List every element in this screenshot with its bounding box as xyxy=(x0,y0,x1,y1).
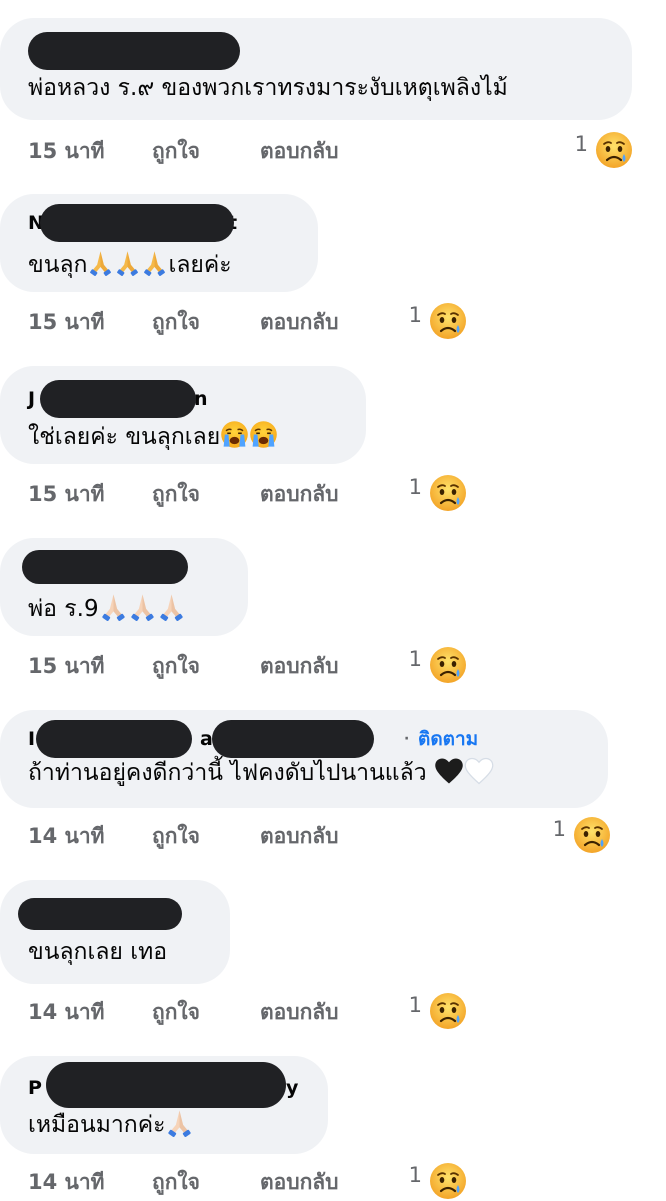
author-name-start: J xyxy=(28,388,36,410)
sad-reaction-icon xyxy=(594,130,634,170)
reply-button[interactable]: ตอบกลับ xyxy=(260,821,339,851)
reply-button[interactable]: ตอบกลับ xyxy=(260,651,339,681)
sad-reaction-icon xyxy=(428,1161,468,1201)
comment-bubble[interactable] xyxy=(0,880,230,984)
sad-reaction-icon xyxy=(428,473,468,513)
redacted-author-name xyxy=(40,204,234,242)
author-name-end: y xyxy=(286,1077,299,1099)
loudly-crying-icon xyxy=(220,420,249,449)
comment-text: ถ้าท่านอยู่คงดีกว่านี้ ไฟคงดับไปนานแล้ว xyxy=(28,758,494,788)
black-heart-icon xyxy=(434,757,464,785)
reaction-summary[interactable]: 1 xyxy=(394,645,468,685)
redacted-author-name xyxy=(40,380,196,418)
redacted-author-name xyxy=(36,720,192,758)
redacted-author-name xyxy=(18,898,182,930)
reaction-count: 1 xyxy=(408,303,422,327)
folded-hands-icon xyxy=(157,592,186,621)
comment-text-start: ใช่เลยค่ะ ขนลุกเลย xyxy=(28,424,221,450)
comment-text: พ่อหลวง ร.๙ ของพวกเราทรงมาระงับเหตุเพลิง… xyxy=(28,75,508,101)
timestamp: 15 นาที xyxy=(28,654,105,678)
comment-text: ขนลุก เลยค่ะ xyxy=(28,250,232,280)
timestamp: 15 นาที xyxy=(28,482,105,506)
comment: พ่อ ร.9 15 นาที ถูกใจ ตอบกลับ 1 xyxy=(0,524,666,696)
sad-reaction-icon xyxy=(572,815,612,855)
folded-hands-icon xyxy=(114,249,141,276)
reply-button[interactable]: ตอบกลับ xyxy=(260,136,339,166)
timestamp: 15 นาที xyxy=(28,310,105,334)
comment-text-start: ขนลุก xyxy=(28,252,88,278)
like-button[interactable]: ถูกใจ xyxy=(152,479,200,509)
comment-text: ใช่เลยค่ะ ขนลุกเลย xyxy=(28,422,278,452)
author-name-start: P xyxy=(28,1077,42,1099)
reaction-count: 1 xyxy=(408,1163,422,1187)
author-name-end: n xyxy=(194,388,208,410)
white-heart-icon xyxy=(464,757,494,785)
reaction-count: 1 xyxy=(408,475,422,499)
folded-hands-icon xyxy=(165,1108,194,1137)
follow-button[interactable]: ติดตาม xyxy=(418,727,478,751)
comment-text: ขนลุกเลย เทอ xyxy=(28,939,168,965)
comment: I a V · ติดตาม ถ้าท่านอยู่คงดีกว่านี้ ไฟ… xyxy=(0,696,666,870)
comment-text-start: พ่อ ร.9 xyxy=(28,596,99,622)
timestamp: 15 นาที xyxy=(28,139,105,163)
like-button[interactable]: ถูกใจ xyxy=(152,1167,200,1197)
comment: N t ขนลุกเลยค่ะ 15 นาที ถูกใจ ตอบกลับ 1 xyxy=(0,180,666,352)
like-button[interactable]: ถูกใจ xyxy=(152,651,200,681)
redacted-author-name xyxy=(22,550,188,584)
reaction-count: 1 xyxy=(574,132,588,156)
reaction-summary[interactable]: 1 xyxy=(538,815,612,855)
comment: พ่อหลวง ร.๙ ของพวกเราทรงมาระงับเหตุเพลิง… xyxy=(0,0,666,180)
sad-reaction-icon xyxy=(428,301,468,341)
redacted-author-name xyxy=(212,720,374,758)
folded-hands-icon xyxy=(141,249,168,276)
reaction-count: 1 xyxy=(408,993,422,1017)
sad-reaction-icon xyxy=(428,645,468,685)
reaction-summary[interactable]: 1 xyxy=(394,991,468,1031)
reply-button[interactable]: ตอบกลับ xyxy=(260,997,339,1027)
like-button[interactable]: ถูกใจ xyxy=(152,997,200,1027)
loudly-crying-icon xyxy=(249,420,278,449)
folded-hands-icon xyxy=(99,592,128,621)
reaction-count: 1 xyxy=(408,647,422,671)
reaction-summary[interactable]: 1 xyxy=(394,301,468,341)
like-button[interactable]: ถูกใจ xyxy=(152,307,200,337)
folded-hands-icon xyxy=(128,592,157,621)
like-button[interactable]: ถูกใจ xyxy=(152,821,200,851)
author-name-start: I xyxy=(28,728,36,750)
comment: J n ใช่เลยค่ะ ขนลุกเลย 15 นาที ถูกใจ ตอบ… xyxy=(0,352,666,524)
comment-text: เหมือนมากค่ะ xyxy=(28,1110,194,1140)
like-button[interactable]: ถูกใจ xyxy=(152,136,200,166)
comment: ขนลุกเลย เทอ 14 นาที ถูกใจ ตอบกลับ 1 xyxy=(0,870,666,1046)
redacted-author-name xyxy=(28,32,240,70)
timestamp: 14 นาที xyxy=(28,1170,105,1194)
timestamp: 14 นาที xyxy=(28,1000,105,1024)
reaction-summary[interactable]: 1 xyxy=(394,473,468,513)
reply-button[interactable]: ตอบกลับ xyxy=(260,479,339,509)
reaction-summary[interactable]: 1 xyxy=(560,130,634,170)
sad-reaction-icon xyxy=(428,991,468,1031)
reply-button[interactable]: ตอบกลับ xyxy=(260,307,339,337)
reaction-summary[interactable]: 1 xyxy=(394,1161,468,1201)
comment-text-start: เหมือนมากค่ะ xyxy=(28,1112,166,1138)
timestamp: 14 นาที xyxy=(28,824,105,848)
comment-text-end: เลยค่ะ xyxy=(168,252,232,278)
reply-button[interactable]: ตอบกลับ xyxy=(260,1167,339,1197)
folded-hands-icon xyxy=(87,249,114,276)
redacted-author-name xyxy=(46,1062,286,1108)
separator-dot: · xyxy=(404,731,410,747)
reaction-count: 1 xyxy=(552,817,566,841)
comment: P y เหมือนมากค่ะ 14 นาที ถูกใจ ตอบกลับ 1 xyxy=(0,1046,666,1200)
comment-text-start: ถ้าท่านอยู่คงดีกว่านี้ ไฟคงดับไปนานแล้ว xyxy=(28,760,427,786)
comment-text: พ่อ ร.9 xyxy=(28,594,186,624)
